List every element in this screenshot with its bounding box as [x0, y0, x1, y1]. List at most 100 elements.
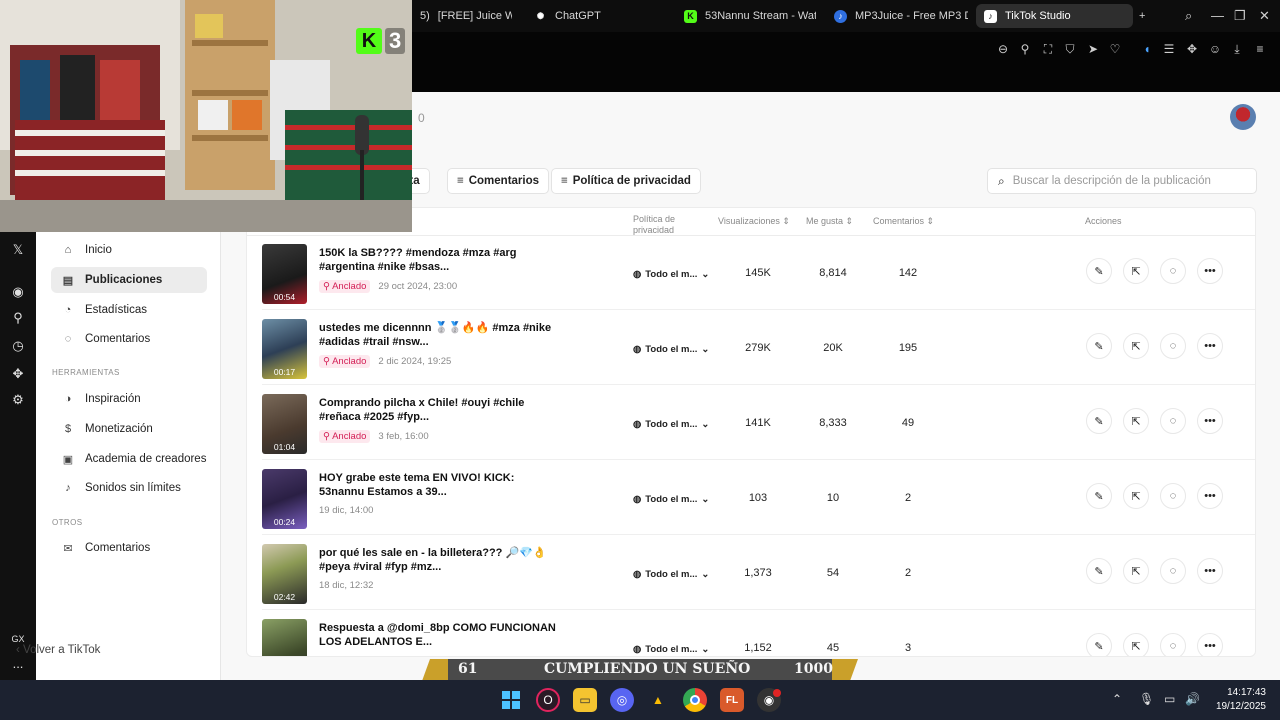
tab-chatgpt[interactable]: ✺ ChatGPT — [526, 4, 666, 28]
tab-kick-stream[interactable]: K 53Nannu Stream - Wat — [676, 4, 816, 28]
sidebar-item-comentarios[interactable]: ◌ Comentarios — [51, 326, 207, 352]
post-caption[interactable]: ustedes me dicennnn 🥈🥈🔥🔥 #mza #nike #adi… — [319, 321, 559, 349]
share-button[interactable]: ⇱ — [1123, 483, 1149, 509]
pin-icon[interactable]: ⚲ — [1017, 42, 1033, 56]
comments-button[interactable]: ◌ — [1160, 633, 1186, 656]
search-input[interactable] — [1012, 175, 1238, 187]
video-thumbnail[interactable]: 00:17 — [262, 319, 307, 379]
table-row[interactable]: Respuesta a @domi_8bp COMO FUNCIONAN LOS… — [262, 610, 1255, 656]
profile-icon[interactable]: ☺ — [1207, 42, 1223, 56]
file-explorer-icon[interactable]: ▭ — [573, 688, 597, 712]
tab-juice-wrld[interactable]: 5) [FREE] Juice WRLD — [412, 4, 512, 28]
back-to-tiktok-link[interactable]: ‹ Volver a TikTok — [16, 644, 100, 656]
opera-gx-icon[interactable]: O — [536, 688, 560, 712]
privacy-dropdown[interactable]: ◍ Todo el m... ⌄ — [633, 640, 709, 656]
video-thumbnail[interactable] — [262, 619, 307, 656]
column-likes[interactable]: Me gusta ⇕ — [806, 216, 853, 227]
share-button[interactable]: ⇱ — [1123, 408, 1149, 434]
screenshot-icon[interactable]: ⛶ — [1040, 42, 1056, 57]
share-button[interactable]: ⇱ — [1123, 633, 1149, 656]
clock[interactable]: 14:17:43 19/12/2025 — [1206, 686, 1266, 714]
tab-mp3juice[interactable]: ♪ MP3Juice - Free MP3 D — [826, 4, 968, 28]
table-row[interactable]: 02:42 por qué les sale en - la billetera?… — [262, 535, 1255, 610]
comments-button[interactable]: ◌ — [1160, 333, 1186, 359]
fl-studio-icon[interactable]: FL — [720, 688, 744, 712]
comments-button[interactable]: ◌ — [1160, 408, 1186, 434]
edit-button[interactable]: ✎ — [1086, 333, 1112, 359]
tab-tiktok-studio[interactable]: ♪ TikTok Studio — [976, 4, 1133, 28]
post-caption[interactable]: Respuesta a @domi_8bp COMO FUNCIONAN LOS… — [319, 621, 559, 649]
post-caption[interactable]: Comprando pilcha x Chile! #ouyi #chile #… — [319, 396, 559, 424]
sidebar-item-sonidos[interactable]: ♪ Sonidos sin límites — [51, 475, 207, 501]
edit-button[interactable]: ✎ — [1086, 258, 1112, 284]
history-icon[interactable]: ◷ — [9, 338, 27, 354]
sidebar-item-inicio[interactable]: ⌂ Inicio — [51, 237, 207, 263]
sidebar-item-academia[interactable]: ▣ Academia de creadores — [51, 446, 207, 472]
edit-button[interactable]: ✎ — [1086, 633, 1112, 656]
edit-button[interactable]: ✎ — [1086, 558, 1112, 584]
comments-button[interactable]: ◌ — [1160, 558, 1186, 584]
new-tab-button[interactable]: + — [1136, 4, 1154, 28]
column-comments[interactable]: Comentarios ⇕ — [873, 216, 934, 227]
download-icon[interactable]: ⤓ — [1229, 42, 1245, 57]
microphone-icon[interactable]: 🎙 — [1139, 692, 1154, 706]
extensions-icon[interactable]: ✥ — [1184, 42, 1200, 56]
video-thumbnail[interactable]: 01:04 — [262, 394, 307, 454]
player-icon[interactable]: ◉ — [9, 284, 27, 300]
x-twitter-icon[interactable]: 𝕏 — [9, 242, 27, 258]
video-thumbnail[interactable]: 00:54 — [262, 244, 307, 304]
settings-icon[interactable]: ⚙ — [9, 392, 27, 408]
video-thumbnail[interactable]: 02:42 — [262, 544, 307, 604]
column-privacy[interactable]: Política de privacidad — [633, 214, 693, 236]
send-icon[interactable]: ➤ — [1085, 42, 1101, 56]
sidebar-item-comentarios-otros[interactable]: ✉ Comentarios — [51, 535, 207, 561]
share-button[interactable]: ⇱ — [1123, 333, 1149, 359]
comments-button[interactable]: ◌ — [1160, 483, 1186, 509]
post-caption[interactable]: HOY grabe este tema EN VIVO! KICK: 53nan… — [319, 471, 559, 499]
privacy-dropdown[interactable]: ◍ Todo el m... ⌄ — [633, 565, 709, 583]
discord-icon[interactable]: ◎ — [610, 688, 634, 712]
sidebar-item-estadisticas[interactable]: ◔ Estadísticas — [51, 297, 207, 323]
more-options-button[interactable]: ••• — [1197, 483, 1223, 509]
network-icon[interactable]: ▭ — [1164, 692, 1175, 706]
more-options-button[interactable]: ••• — [1197, 258, 1223, 284]
sidebar-item-inspiracion[interactable]: ◑ Inspiración — [51, 386, 207, 412]
close-icon[interactable]: ✕ — [1259, 8, 1270, 24]
equalizer-icon[interactable]: ☰ — [1161, 42, 1177, 56]
filter-privacy-button[interactable]: ≡ Política de privacidad — [551, 168, 701, 194]
zoom-icon[interactable]: ⊖ — [995, 42, 1011, 56]
more-options-button[interactable]: ••• — [1197, 558, 1223, 584]
comments-button[interactable]: ◌ — [1160, 258, 1186, 284]
table-row[interactable]: 01:04 Comprando pilcha x Chile! #ouyi #ch… — [262, 385, 1255, 460]
windows-start-icon[interactable] — [499, 688, 523, 712]
privacy-dropdown[interactable]: ◍ Todo el m... ⌄ — [633, 265, 709, 283]
search-icon[interactable]: ⌕ — [1185, 8, 1192, 24]
share-button[interactable]: ⇱ — [1123, 558, 1149, 584]
menu-icon[interactable]: ≡ — [1252, 42, 1268, 56]
privacy-dropdown[interactable]: ◍ Todo el m... ⌄ — [633, 340, 709, 358]
chrome-icon[interactable] — [683, 688, 707, 712]
privacy-dropdown[interactable]: ◍ Todo el m... ⌄ — [633, 415, 709, 433]
sidebar-item-monetizacion[interactable]: $ Monetización — [51, 416, 207, 442]
share-button[interactable]: ⇱ — [1123, 258, 1149, 284]
post-caption[interactable]: por qué les sale en - la billetera??? 🔎💎… — [319, 546, 559, 574]
privacy-dropdown[interactable]: ◍ Todo el m... ⌄ — [633, 490, 709, 508]
pin-icon[interactable]: ⚲ — [9, 310, 27, 326]
volume-icon[interactable]: 🔊 — [1185, 692, 1200, 706]
edit-button[interactable]: ✎ — [1086, 408, 1112, 434]
video-thumbnail[interactable]: 00:24 — [262, 469, 307, 529]
more-options-button[interactable]: ••• — [1197, 333, 1223, 359]
avatar[interactable] — [1230, 104, 1256, 130]
chevron-up-icon[interactable]: ⌃ — [1112, 692, 1122, 706]
heart-icon[interactable]: ♡ — [1107, 42, 1123, 56]
more-options-button[interactable]: ••• — [1197, 633, 1223, 656]
table-row[interactable]: 00:24 HOY grabe este tema EN VIVO! KICK: … — [262, 460, 1255, 535]
restore-icon[interactable]: ❐ — [1234, 8, 1246, 24]
google-drive-icon[interactable]: ▲ — [646, 688, 670, 712]
sound-icon[interactable]: ◖ — [1139, 42, 1155, 56]
filter-comments-button[interactable]: ≡ Comentarios — [447, 168, 550, 194]
sidebar-item-publicaciones[interactable]: ▤ Publicaciones — [51, 267, 207, 293]
table-row[interactable]: 00:54 150K la SB???? #mendoza #mza #arg #… — [262, 235, 1255, 310]
shield-icon[interactable]: ⛉ — [1062, 42, 1078, 57]
more-icon[interactable]: ... — [9, 656, 27, 671]
